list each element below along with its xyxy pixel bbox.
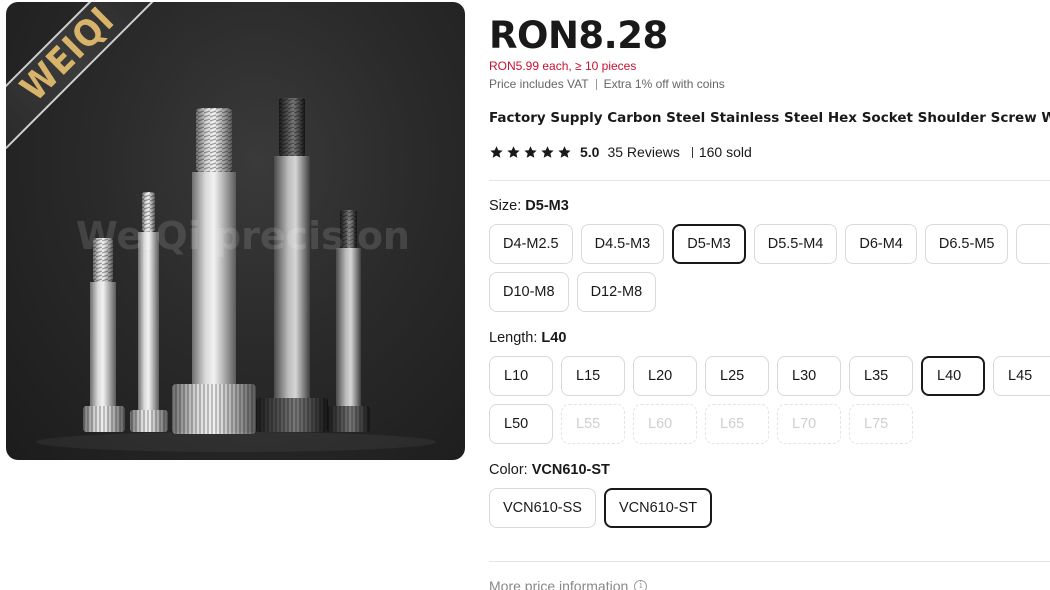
size-option[interactable]: D6.5-M5: [924, 224, 1009, 264]
size-label: Size: D5-M3: [489, 198, 569, 214]
price-note: Price includes VAT Extra 1% off with coi…: [489, 77, 725, 91]
length-option[interactable]: L15: [561, 356, 625, 396]
length-label: Length: L40: [489, 330, 567, 346]
color-label: Color: VCN610-ST: [489, 462, 610, 478]
length-option[interactable]: L25: [705, 356, 769, 396]
star-icon: [558, 145, 571, 158]
size-option[interactable]: D5.5-M4: [753, 224, 838, 264]
length-option[interactable]: L30: [777, 356, 841, 396]
length-option[interactable]: L10: [489, 356, 553, 396]
image-watermark: WeiQi precision: [76, 214, 410, 258]
size-option-selected[interactable]: D5-M3: [672, 224, 746, 264]
product-title: Factory Supply Carbon Steel Stainless St…: [489, 110, 1050, 126]
size-selected: D5-M3: [525, 198, 569, 214]
color-option[interactable]: VCN610-SS: [489, 488, 596, 528]
size-option[interactable]: D4.5-M3: [580, 224, 665, 264]
divider: [489, 180, 1050, 181]
length-option[interactable]: L20: [633, 356, 697, 396]
length-option-disabled: L65: [705, 404, 769, 444]
size-option[interactable]: [1016, 224, 1050, 264]
separator: [691, 146, 693, 158]
length-option[interactable]: L35: [849, 356, 913, 396]
length-option[interactable]: L45: [993, 356, 1050, 396]
length-options-row-2: L50 L55 L60 L65 L70 L75: [489, 404, 913, 444]
star-icon: [524, 145, 537, 158]
rating-score: 5.0: [580, 144, 600, 160]
size-option[interactable]: D12-M8: [576, 272, 657, 312]
size-option[interactable]: D6-M4: [845, 224, 917, 264]
info-icon: i: [634, 579, 648, 590]
product-image[interactable]: WeiQi precision WEIQI: [6, 2, 465, 460]
screw-1: [83, 238, 125, 432]
sold-count: 160 sold: [698, 144, 752, 160]
size-options-row-2: D10-M8 D12-M8: [489, 272, 657, 312]
length-option-selected[interactable]: L40: [921, 356, 985, 396]
star-icon: [507, 145, 520, 158]
more-price-info[interactable]: More price information i: [489, 578, 648, 590]
length-option-disabled: L60: [633, 404, 697, 444]
color-option-selected[interactable]: VCN610-ST: [603, 488, 713, 528]
size-option[interactable]: D4-M2.5: [489, 224, 573, 264]
length-option-disabled: L55: [561, 404, 625, 444]
coins-note: Extra 1% off with coins: [603, 77, 725, 91]
length-option-disabled: L70: [777, 404, 841, 444]
product-info-panel: RON8.28 RON5.99 each, ≥ 10 pieces Price …: [489, 0, 1050, 590]
size-option[interactable]: D10-M8: [489, 272, 569, 312]
length-options-row-1: L10 L15 L20 L25 L30 L35 L40 L45: [489, 356, 1050, 396]
price-main: RON8.28: [489, 14, 668, 57]
star-icon: [490, 145, 503, 158]
length-option-disabled: L75: [849, 404, 913, 444]
reviews-link[interactable]: 35 Reviews: [607, 144, 679, 160]
star-icon: [541, 145, 554, 158]
vat-note: Price includes VAT: [489, 77, 589, 91]
rating-stars: [489, 145, 572, 160]
size-options-row-1: D4-M2.5 D4.5-M3 D5-M3 D5.5-M4 D6-M4 D6.5…: [489, 224, 1050, 264]
screw-4: [256, 98, 328, 432]
length-option[interactable]: L50: [489, 404, 553, 444]
rating-row[interactable]: 5.0 35 Reviews 160 sold: [489, 144, 752, 160]
color-selected: VCN610-ST: [531, 462, 610, 478]
separator: [595, 78, 597, 90]
length-selected: L40: [541, 330, 567, 346]
color-options-row: VCN610-SS VCN610-ST: [489, 488, 713, 528]
screw-3: [172, 108, 256, 434]
more-price-info-label: More price information: [489, 578, 629, 590]
bulk-price: RON5.99 each, ≥ 10 pieces: [489, 59, 637, 73]
divider: [489, 561, 1050, 562]
